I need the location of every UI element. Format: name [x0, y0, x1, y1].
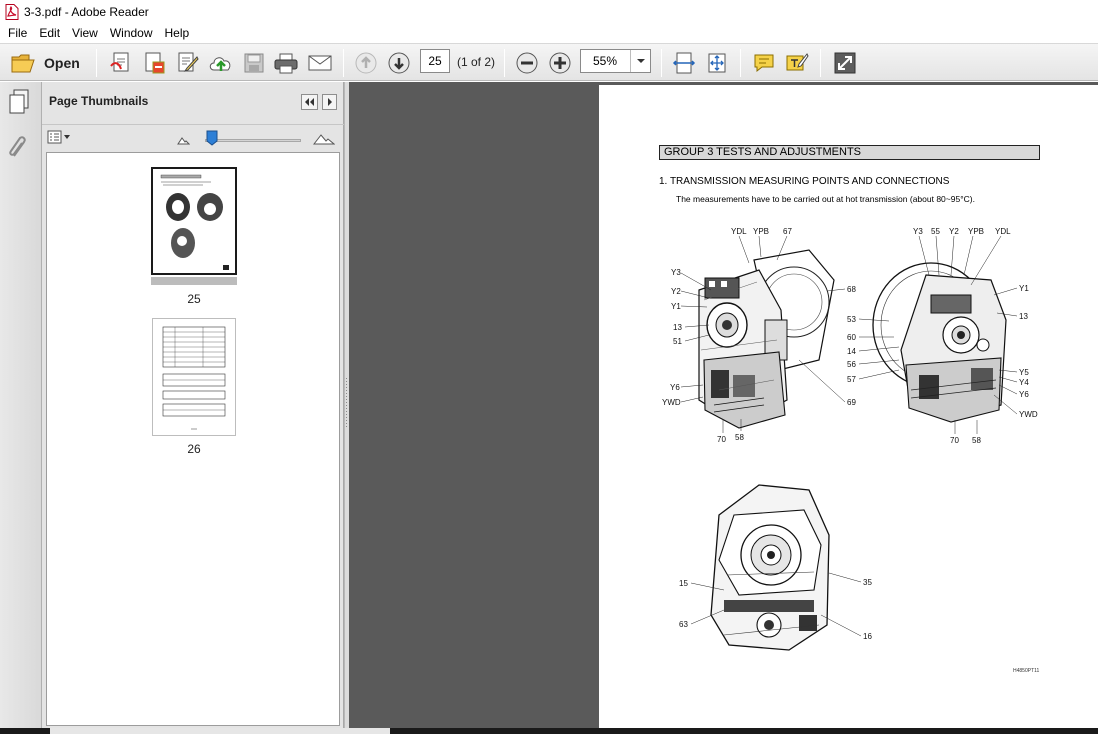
fullscreen-button[interactable] [832, 51, 858, 75]
page-thumbnails-button[interactable] [7, 89, 31, 118]
menu-bar: File Edit View Window Help [0, 23, 1098, 43]
splitter-grip-icon [346, 378, 347, 428]
window-title: 3-3.pdf - Adobe Reader [24, 4, 149, 19]
page-count: (1 of 2) [457, 55, 496, 69]
fit-page-button[interactable] [704, 51, 730, 75]
thumbnail-label-25: 25 [187, 292, 201, 306]
shrink-thumbnails-icon[interactable] [177, 136, 190, 145]
page-25-preview [160, 174, 229, 270]
create-pdf-button[interactable] [108, 51, 134, 75]
save-button[interactable] [242, 51, 266, 75]
zoom-in-icon [549, 52, 571, 74]
page-thumbnails-panel: Page Thumbnails 25 26 [42, 82, 344, 734]
upload-button[interactable] [208, 51, 234, 75]
zoom-out-button[interactable] [514, 51, 540, 75]
thumbnail-label-26: 26 [187, 442, 201, 456]
thumbnail-page-26[interactable] [152, 318, 236, 436]
toolbar: Open (1 of 2) [0, 43, 1098, 81]
open-button-label[interactable]: Open [44, 55, 80, 71]
upload-icon [209, 57, 231, 71]
fit-page-icon [708, 53, 726, 73]
options-menu-icon [47, 130, 70, 144]
enlarge-thumbnails-icon[interactable] [313, 132, 335, 145]
thumbnail-page-25[interactable] [151, 167, 237, 275]
double-chevron-left-icon [305, 98, 314, 106]
zoom-select[interactable] [580, 49, 651, 73]
page-number-input[interactable] [420, 49, 450, 73]
zoom-dropdown-button[interactable] [630, 50, 650, 72]
edit-button[interactable] [175, 51, 201, 75]
print-icon [274, 53, 298, 74]
folder-open-icon [11, 54, 35, 73]
collapse-panel-button[interactable] [301, 94, 318, 110]
slider-handle[interactable] [206, 130, 218, 146]
navigation-pane-strip [0, 82, 42, 734]
fit-width-icon [672, 52, 696, 74]
document-view[interactable]: GROUP 3 TESTS AND ADJUSTMENTS 1. TRANSMI… [349, 82, 1098, 734]
chevron-down-icon [636, 59, 645, 63]
open-button[interactable] [9, 51, 37, 75]
fullscreen-icon [834, 52, 856, 74]
horizontal-scrollbar[interactable] [50, 728, 390, 734]
edit-icon [178, 52, 199, 72]
pdf-page: GROUP 3 TESTS AND ADJUSTMENTS 1. TRANSMI… [599, 85, 1098, 734]
thumbnail-list[interactable]: 25 26 [46, 152, 340, 726]
callout-leader-lines [680, 235, 1018, 637]
panel-title: Page Thumbnails [49, 94, 149, 108]
attachments-button[interactable] [6, 134, 30, 163]
menu-window[interactable]: Window [104, 23, 159, 43]
next-page-icon [388, 52, 410, 74]
thumbnail-options-button[interactable] [47, 130, 71, 144]
comment-icon [754, 54, 774, 73]
print-button[interactable] [273, 51, 299, 75]
page-thumbnails-icon [9, 89, 29, 114]
bottom-bar [0, 728, 1098, 734]
convert-icon [145, 52, 165, 74]
sign-icon [786, 53, 809, 71]
figure-code: H4850PT11 [1013, 668, 1040, 674]
page-26-preview [162, 326, 226, 430]
email-icon [308, 55, 332, 71]
menu-edit[interactable]: Edit [33, 23, 66, 43]
menu-view[interactable]: View [66, 23, 104, 43]
previous-page-icon [355, 52, 377, 74]
title-bar: 3-3.pdf - Adobe Reader [0, 0, 1098, 23]
convert-button[interactable] [141, 51, 167, 75]
thumbnail-options-bar [42, 124, 344, 152]
zoom-out-icon [516, 52, 538, 74]
thumbnail-scrollbar [151, 277, 237, 285]
expand-panel-button[interactable] [322, 94, 337, 110]
chevron-right-icon [327, 98, 332, 106]
menu-help[interactable]: Help [159, 23, 196, 43]
paperclip-icon [9, 136, 26, 157]
thumbnail-size-slider[interactable] [205, 139, 301, 142]
panel-header: Page Thumbnails [42, 82, 344, 122]
save-icon [244, 53, 264, 73]
comment-button[interactable] [751, 51, 777, 75]
sign-button[interactable] [784, 51, 810, 75]
fit-width-button[interactable] [671, 51, 697, 75]
zoom-in-button[interactable] [547, 51, 573, 75]
zoom-input[interactable] [581, 50, 629, 72]
next-page-button[interactable] [386, 51, 412, 75]
menu-file[interactable]: File [2, 23, 33, 43]
previous-page-button[interactable] [353, 51, 379, 75]
create-pdf-icon [110, 52, 129, 72]
email-button[interactable] [306, 51, 334, 75]
pdf-file-icon [5, 3, 19, 20]
